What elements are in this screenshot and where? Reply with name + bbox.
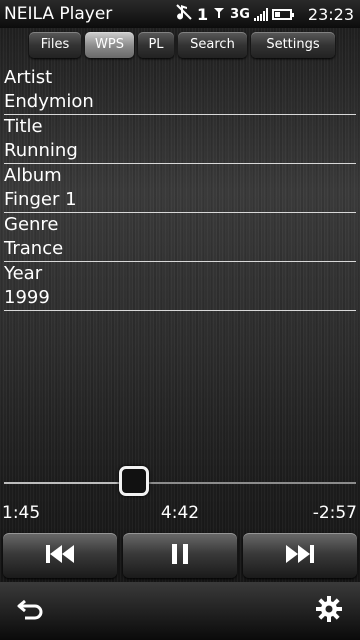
back-arrow-icon bbox=[17, 597, 45, 625]
title-value: Running bbox=[4, 140, 78, 161]
tab-pl[interactable]: PL bbox=[138, 32, 174, 58]
year-value: 1999 bbox=[4, 287, 50, 308]
remaining-time: -2:57 bbox=[312, 503, 357, 523]
total-time: 4:42 bbox=[160, 503, 200, 523]
year-label: Year bbox=[4, 263, 43, 284]
bottom-bar bbox=[0, 582, 360, 640]
genre-label: Genre bbox=[4, 214, 59, 235]
gear-icon bbox=[316, 596, 342, 626]
clock: 23:23 bbox=[307, 4, 354, 24]
playback-controls bbox=[0, 533, 360, 578]
pause-button[interactable] bbox=[123, 533, 237, 578]
year-row: Year 1999 bbox=[4, 262, 356, 311]
status-icons: 1 3G 23:23 bbox=[175, 4, 354, 24]
title-row: Title Running bbox=[4, 115, 356, 164]
status-bar: NEILA Player 1 3G 23:23 bbox=[0, 0, 360, 28]
tab-bar: Files WPS PL Search Settings bbox=[0, 32, 360, 60]
genre-value: Trance bbox=[4, 238, 64, 259]
network-type: 3G bbox=[230, 6, 250, 22]
back-button[interactable] bbox=[15, 595, 47, 627]
album-value: Finger 1 bbox=[4, 189, 77, 210]
signal-bars-icon bbox=[253, 7, 268, 21]
tab-settings[interactable]: Settings bbox=[251, 32, 335, 58]
pause-icon bbox=[169, 543, 191, 569]
options-button[interactable] bbox=[313, 595, 345, 627]
tab-search[interactable]: Search bbox=[178, 32, 247, 58]
battery-fill bbox=[274, 11, 280, 17]
track-info: Artist Endymion Title Running Album Fing… bbox=[4, 66, 356, 311]
genre-row: Genre Trance bbox=[4, 213, 356, 262]
artist-value: Endymion bbox=[4, 91, 94, 112]
signal-strength-icon bbox=[212, 5, 226, 23]
seek-bar[interactable] bbox=[4, 482, 356, 484]
tab-files[interactable]: Files bbox=[29, 32, 81, 58]
title-label: Title bbox=[4, 116, 43, 137]
artist-label: Artist bbox=[4, 67, 53, 88]
skip-previous-icon bbox=[44, 543, 76, 569]
previous-button[interactable] bbox=[3, 533, 117, 578]
skip-next-icon bbox=[284, 543, 316, 569]
next-button[interactable] bbox=[243, 533, 357, 578]
tab-wps[interactable]: WPS bbox=[85, 32, 134, 58]
muted-note-icon bbox=[175, 3, 193, 25]
artist-row: Artist Endymion bbox=[4, 66, 356, 115]
battery-icon bbox=[271, 8, 294, 20]
notification-count: 1 bbox=[197, 4, 209, 24]
seek-handle[interactable] bbox=[119, 466, 150, 496]
seek-bar-played bbox=[4, 482, 135, 484]
app-title: NEILA Player bbox=[4, 4, 113, 24]
album-row: Album Finger 1 bbox=[4, 164, 356, 213]
album-label: Album bbox=[4, 165, 62, 186]
